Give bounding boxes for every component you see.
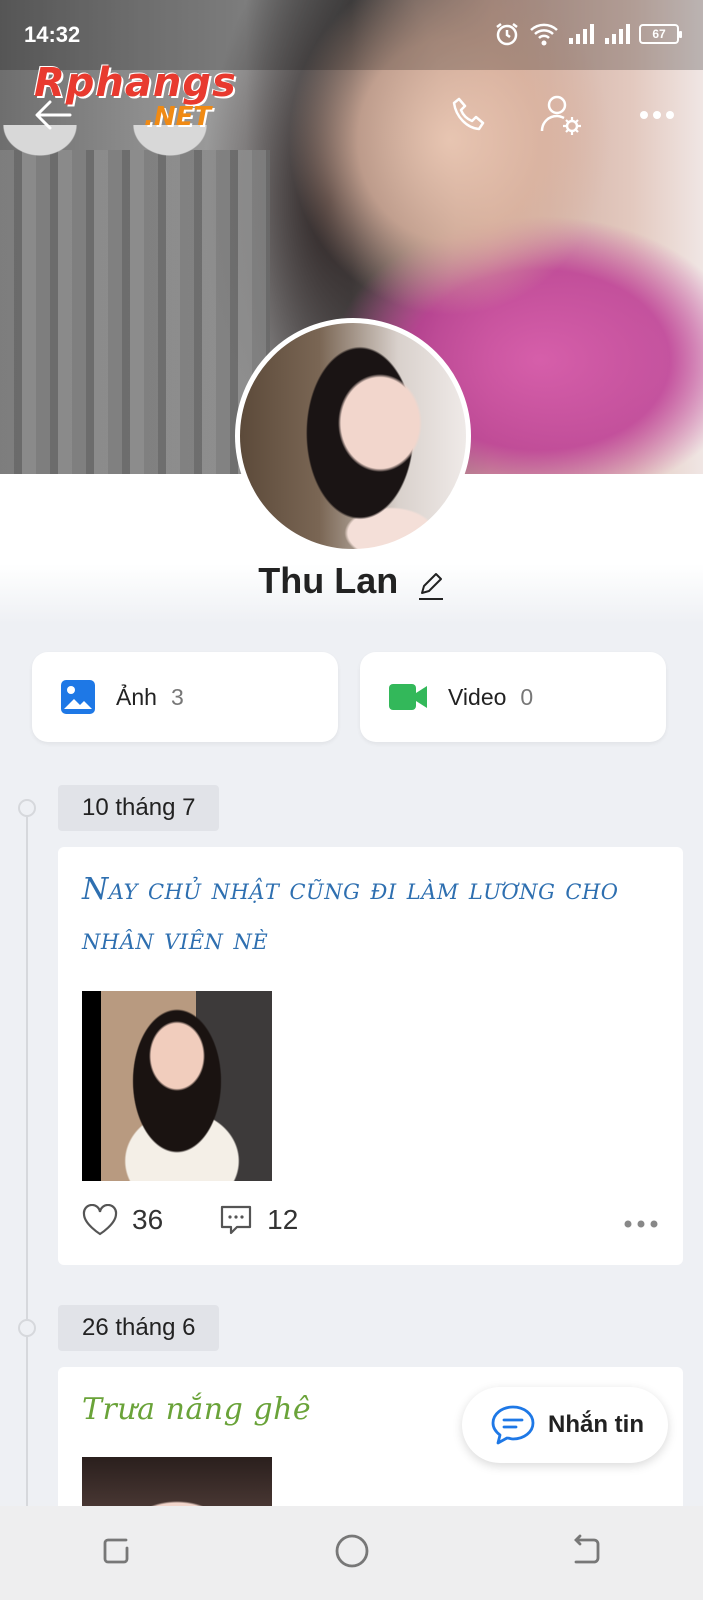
battery-icon: 67 [639,24,682,44]
recent-apps-button[interactable] [100,1534,134,1573]
videos-card[interactable]: Video 0 [360,652,666,742]
photos-count: 3 [170,683,184,710]
post-photo[interactable] [82,991,272,1181]
more-dots-icon [624,1220,658,1228]
wifi-icon [530,23,558,46]
phone-icon [452,97,485,131]
post-actions: 36 12 [58,1181,683,1261]
home-circle-icon [335,1534,368,1567]
image-icon [61,680,95,714]
videos-label: Video [448,683,507,710]
signal-icon-2 [605,24,630,44]
call-button[interactable] [446,92,492,138]
like-button[interactable]: 36 [82,1204,163,1236]
post-card[interactable]: Nay chủ nhật cũng đi làm lương cho nhân … [58,847,683,1265]
home-button[interactable] [333,1532,371,1575]
back-button[interactable] [30,92,76,138]
avatar[interactable] [235,318,471,554]
profile-name-area: Thu Lan [0,560,703,606]
watermark-line2: .NET [144,102,212,132]
back-arrow-icon [35,100,72,130]
back-nav-button[interactable] [570,1534,604,1573]
comment-button[interactable]: 12 [219,1203,298,1237]
signal-icon-1 [569,24,594,44]
timeline-line [26,808,28,1508]
post-date-chip: 26 tháng 6 [58,1305,220,1351]
user-settings-icon [540,95,581,135]
profile-name: Thu Lan [258,560,399,601]
timeline-dot [18,799,36,817]
more-dots-icon [640,111,674,119]
profile-settings-button[interactable] [538,92,584,138]
photos-card[interactable]: Ảnh 3 [32,652,338,742]
post-more-button[interactable] [623,1204,659,1236]
post-text: Nay chủ nhật cũng đi làm lương cho nhân … [82,872,619,957]
recent-apps-icon [103,1538,128,1563]
back-nav-icon [573,1534,599,1563]
status-time: 14:32 [24,22,81,47]
chat-bubble-icon [491,1405,535,1445]
comment-count: 12 [267,1204,299,1235]
post-date-chip: 10 tháng 7 [58,785,220,831]
photos-label: Ảnh [116,683,157,710]
system-nav-bar [0,1506,703,1600]
status-icons: 67 [493,20,682,48]
timeline-dot [18,1319,36,1337]
comment-icon [221,1205,252,1235]
edit-name-button[interactable] [417,571,445,606]
message-button[interactable]: Nhắn tin [462,1387,668,1463]
like-count: 36 [132,1204,164,1235]
pencil-icon [418,573,443,601]
message-button-label: Nhắn tin [548,1411,644,1438]
heart-icon [82,1204,118,1236]
more-options-button[interactable] [634,92,680,138]
video-camera-icon [389,684,427,710]
alarm-icon [496,23,518,46]
videos-count: 0 [520,683,534,710]
cover-valance [0,125,270,225]
